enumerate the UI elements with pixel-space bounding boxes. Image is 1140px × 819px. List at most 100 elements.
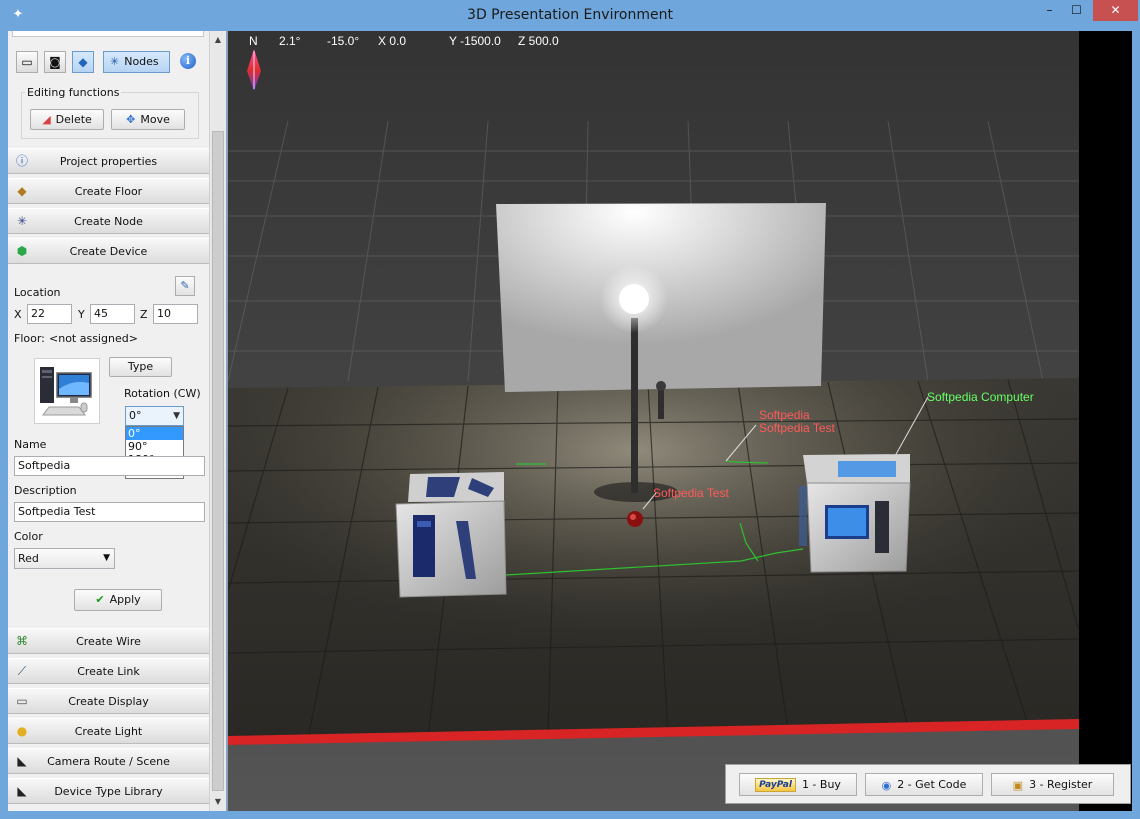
license-bar: PayPal 1 - Buy ◉ 2 - Get Code ▣ 3 - Registe…: [725, 764, 1131, 804]
delete-label: Delete: [55, 113, 92, 126]
edit-mode-button[interactable]: ◆: [72, 51, 94, 73]
rotation-select[interactable]: 0° ▼: [125, 406, 184, 426]
device-type-thumbnail[interactable]: [34, 358, 100, 424]
pick-location-button[interactable]: ✎: [175, 276, 195, 296]
eyedropper-icon: ✎: [180, 279, 190, 292]
hud-north: N: [249, 34, 258, 48]
description-label: Description: [14, 484, 77, 497]
section-create-light[interactable]: ● Create Light: [8, 718, 209, 744]
close-button[interactable]: ✕: [1093, 0, 1138, 21]
3d-viewport[interactable]: N 2.1° -15.0° X 0.0 Y -1500.0 Z 500.0 So…: [228, 31, 1132, 811]
color-value: Red: [18, 552, 39, 565]
location-label: Location: [14, 286, 61, 299]
window-frame-bottom: [0, 811, 1140, 819]
link-icon: ⟋: [17, 664, 27, 678]
computer-label: Softpedia Computer: [927, 390, 1034, 404]
compass-icon[interactable]: [245, 49, 263, 91]
nodes-button[interactable]: ✳ Nodes: [103, 51, 170, 73]
wire-icon: ⌘: [16, 634, 28, 648]
delete-button[interactable]: ◢ Delete: [30, 109, 104, 130]
y-field[interactable]: 45: [90, 304, 135, 324]
window-frame-right: [1132, 31, 1140, 819]
library-icon: ◣: [17, 784, 27, 798]
section-create-display[interactable]: ▭ Create Display: [8, 688, 209, 714]
z-field[interactable]: 10: [153, 304, 198, 324]
eraser-icon: ◢: [42, 113, 51, 126]
left-panel-scrollbar[interactable]: ▲ ▼: [209, 31, 226, 811]
maximize-button[interactable]: ☐: [1063, 0, 1090, 21]
presentation-mode-button[interactable]: ▭: [16, 51, 38, 73]
device-icon: ⬢: [16, 244, 28, 258]
hud-y: Y -1500.0: [449, 34, 501, 48]
x-label: X: [14, 308, 22, 321]
section-create-device[interactable]: ⬢ Create Device: [8, 238, 209, 264]
rotation-option[interactable]: 0°: [126, 427, 183, 440]
section-device-type-library[interactable]: ◣ Device Type Library: [8, 778, 209, 804]
rotation-option[interactable]: 90°: [126, 440, 183, 453]
color-label: Color: [14, 530, 43, 543]
scroll-thumb[interactable]: [212, 131, 224, 791]
move-label: Move: [140, 113, 170, 126]
section-create-link[interactable]: ⟋ Create Link: [8, 658, 209, 684]
nodes-label: Nodes: [124, 55, 159, 68]
globe-icon: ◉: [881, 778, 892, 792]
section-label: Device Type Library: [54, 785, 163, 798]
register-icon: ▣: [1012, 778, 1024, 792]
hud-pitch: 2.1°: [279, 34, 301, 48]
title-bar[interactable]: ✦ 3D Presentation Environment – ☐ ✕: [0, 0, 1140, 31]
section-label: Create Device: [69, 245, 148, 258]
info-icon[interactable]: i: [180, 53, 196, 69]
floor-icon: ◆: [17, 184, 27, 198]
z-label: Z: [140, 308, 148, 321]
apply-button[interactable]: ✔ Apply: [74, 589, 162, 611]
section-create-wire[interactable]: ⌘ Create Wire: [8, 628, 209, 654]
section-label: Create Link: [77, 665, 140, 678]
nodes-icon: ✳: [110, 55, 120, 68]
register-button[interactable]: ▣ 3 - Register: [991, 773, 1114, 796]
move-button[interactable]: ✥ Move: [111, 109, 185, 130]
color-select[interactable]: Red ▼: [14, 548, 115, 569]
section-label: Project properties: [59, 155, 158, 168]
buy-button[interactable]: PayPal 1 - Buy: [739, 773, 857, 796]
x-field[interactable]: 22: [27, 304, 72, 324]
node-icon: ✳: [16, 214, 28, 228]
name-label: Name: [14, 438, 47, 451]
camera-route-icon: ◣: [17, 754, 27, 768]
section-create-floor[interactable]: ◆ Create Floor: [8, 178, 209, 204]
buy-label: 1 - Buy: [801, 778, 841, 791]
scroll-down-icon[interactable]: ▼: [210, 793, 226, 810]
node-label: Softpedia: [759, 408, 810, 422]
description-field[interactable]: Softpedia Test: [14, 502, 205, 522]
window-title: 3D Presentation Environment: [467, 7, 673, 23]
display-icon: ▭: [16, 694, 28, 708]
hud-x: X 0.0: [378, 34, 407, 48]
type-button[interactable]: Type: [109, 357, 172, 377]
rotation-value: 0°: [129, 409, 142, 422]
hud-yaw: -15.0°: [327, 34, 360, 48]
section-project-properties[interactable]: ⓘ Project properties: [8, 148, 209, 174]
presentation-icon: ▭: [21, 55, 33, 69]
scroll-up-icon[interactable]: ▲: [210, 31, 226, 48]
register-label: 3 - Register: [1029, 778, 1093, 791]
section-label: Create Floor: [74, 185, 143, 198]
get-code-button[interactable]: ◉ 2 - Get Code: [865, 773, 983, 796]
apply-label: Apply: [109, 593, 141, 606]
section-label: Create Node: [74, 215, 143, 228]
move-icon: ✥: [126, 113, 136, 126]
window-frame-left: [0, 31, 8, 819]
top-box: [12, 31, 204, 37]
y-label: Y: [78, 308, 85, 321]
camera-icon: ◙: [49, 55, 61, 69]
floor-label: Floor:: [14, 332, 45, 345]
cube-icon: ◆: [78, 55, 88, 69]
chevron-down-icon: ▼: [173, 411, 180, 421]
get-code-label: 2 - Get Code: [897, 778, 967, 791]
3d-scene: [228, 31, 1132, 811]
camera-mode-button[interactable]: ◙: [44, 51, 66, 73]
minimize-button[interactable]: –: [1036, 0, 1063, 21]
section-camera-route[interactable]: ◣ Camera Route / Scene: [8, 748, 209, 774]
section-create-node[interactable]: ✳ Create Node: [8, 208, 209, 234]
rotation-label: Rotation (CW): [124, 387, 201, 400]
left-panel: ▭ ◙ ◆ ✳ Nodes i Editing functions ◢ Delete…: [8, 31, 227, 811]
name-field[interactable]: Softpedia: [14, 456, 205, 476]
